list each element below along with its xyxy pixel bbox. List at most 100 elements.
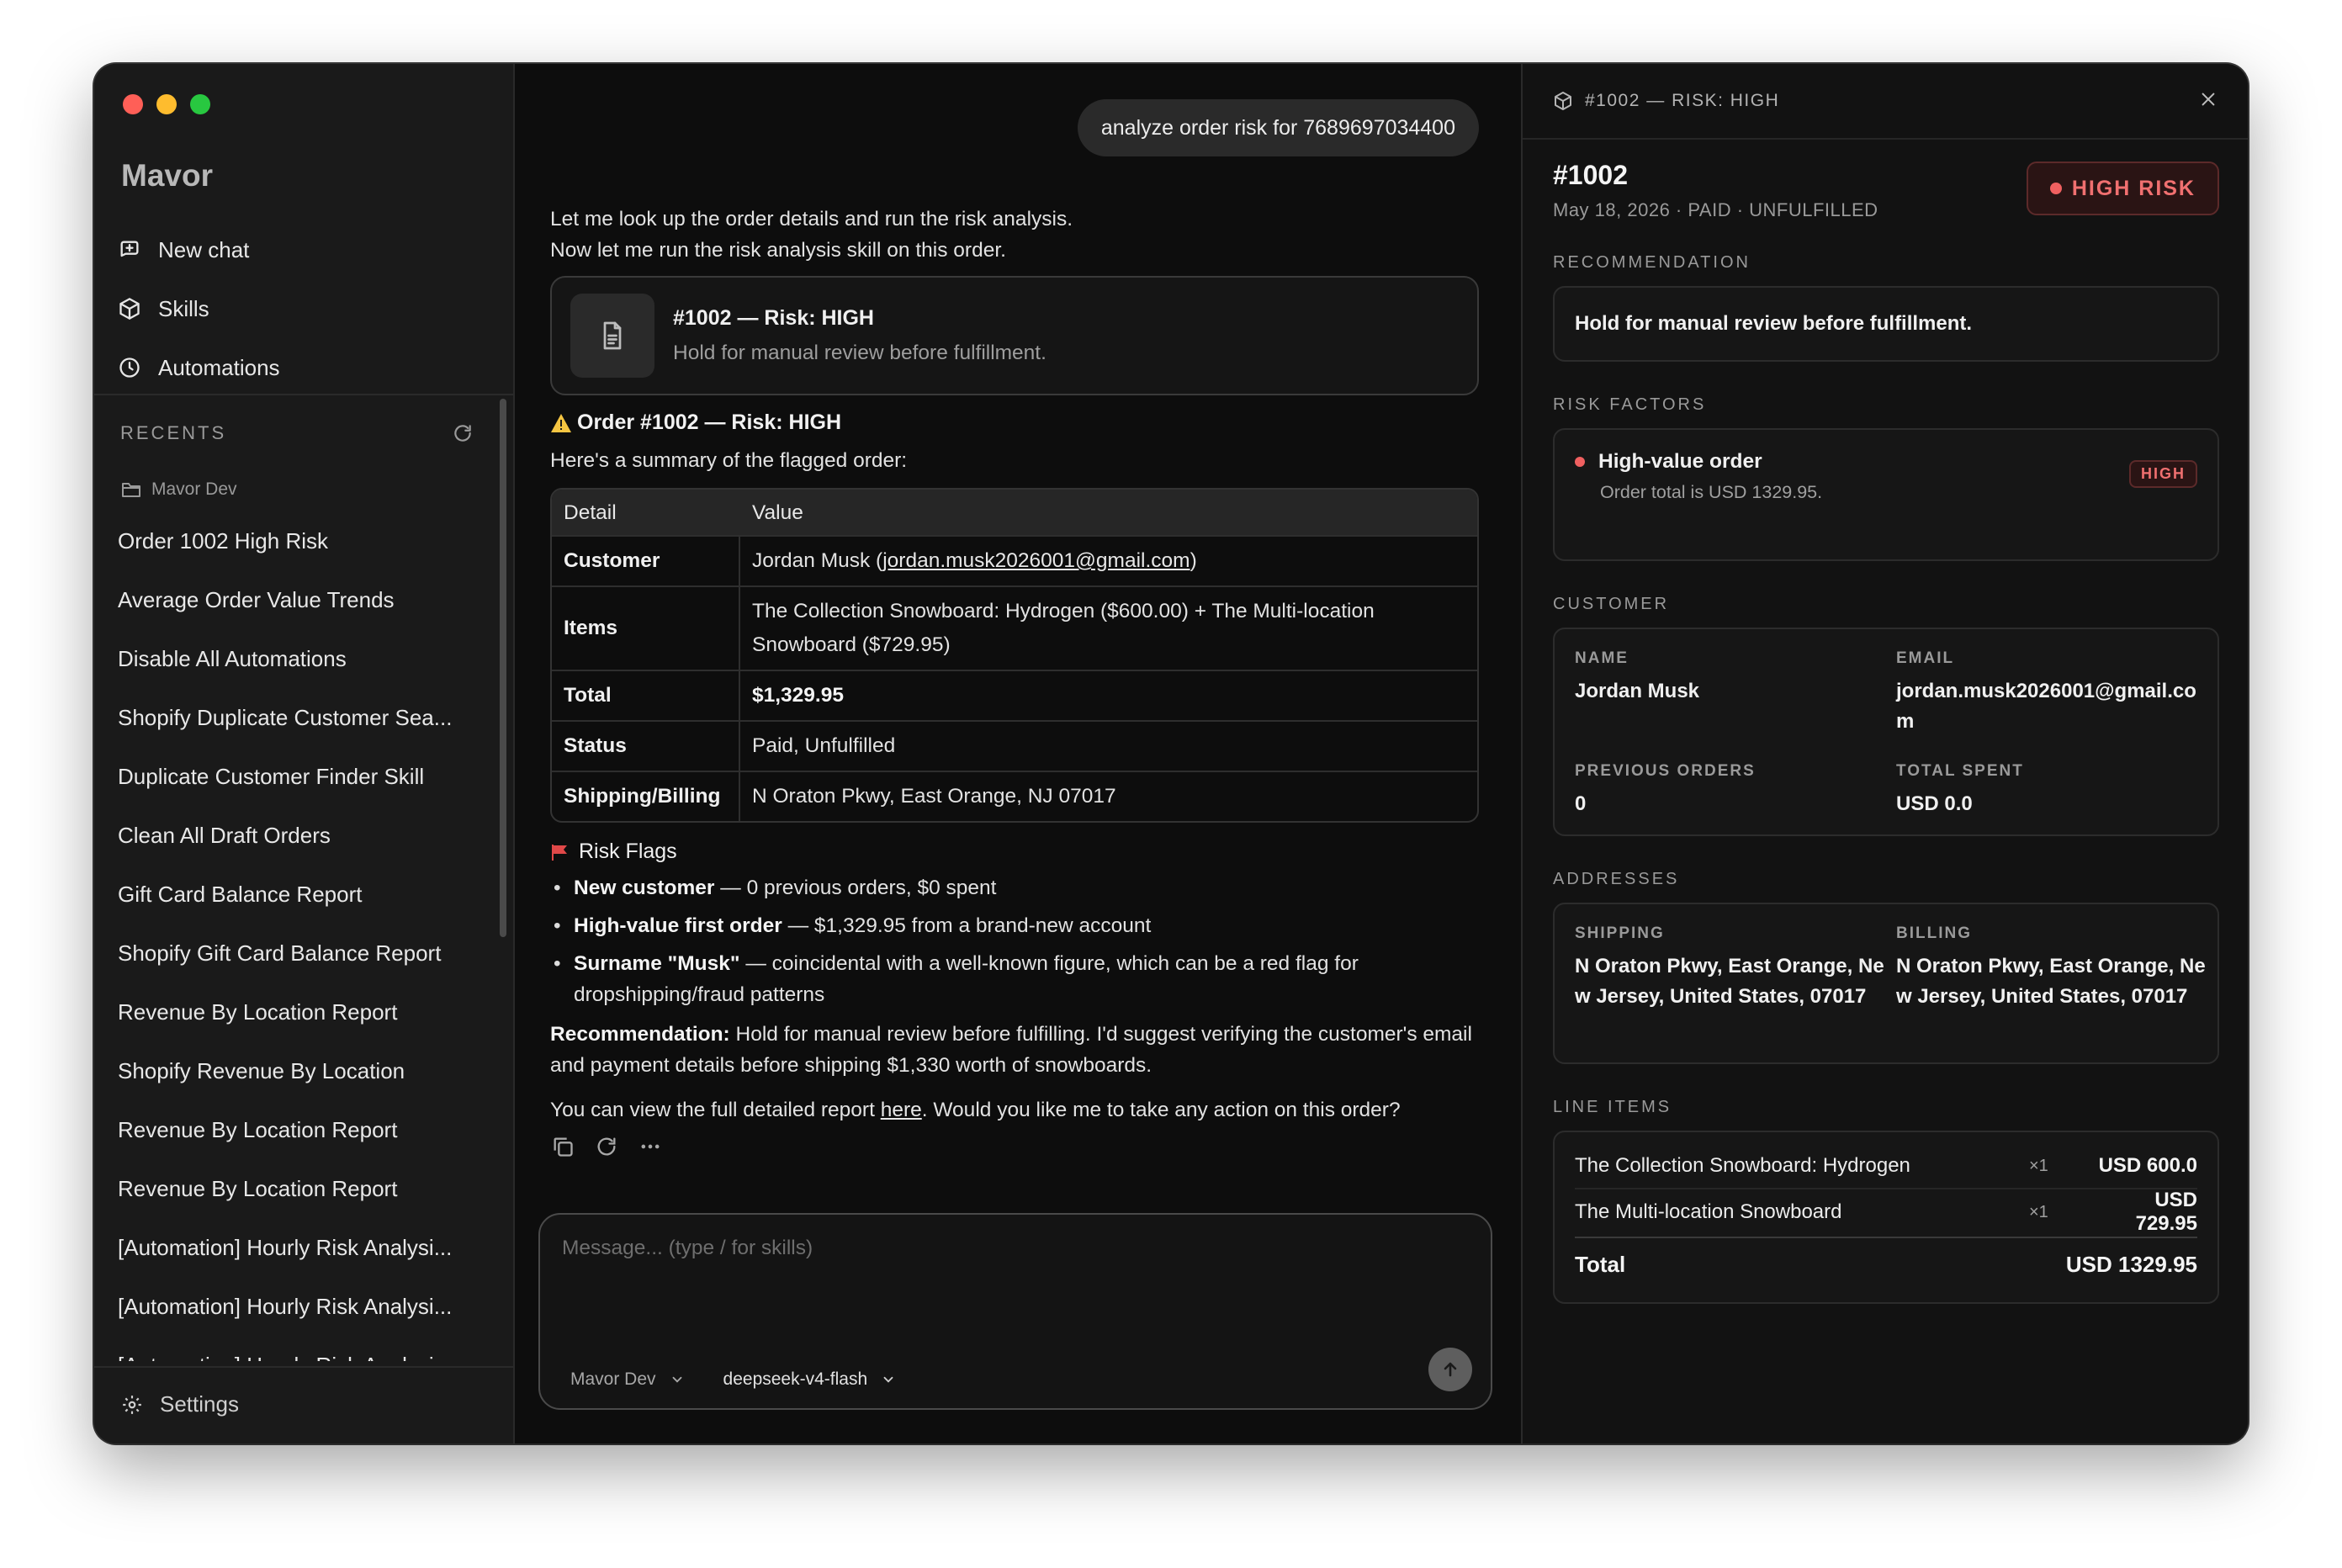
- sidebar-item-automations[interactable]: Automations: [118, 338, 488, 397]
- refresh-icon[interactable]: [452, 422, 474, 444]
- field-value: N Oraton Pkwy, East Orange, New Jersey, …: [1896, 955, 2206, 1008]
- close-panel-button[interactable]: [2199, 90, 2217, 113]
- section-label: ADDRESSES: [1553, 870, 1680, 888]
- list-item[interactable]: Order 1002 High Risk: [118, 511, 488, 570]
- arrow-up-icon: [1444, 1362, 1457, 1377]
- sidebar-divider: [94, 394, 513, 395]
- recommendation-label: Recommendation:: [550, 1023, 730, 1046]
- list-item[interactable]: Shopify Gift Card Balance Report: [118, 924, 488, 983]
- intro-line: Let me look up the order details and run…: [550, 208, 1073, 230]
- risk-factor-title: High-value order: [1575, 450, 2197, 474]
- recents-header: RECENTS: [120, 422, 474, 444]
- list-item[interactable]: Duplicate Customer Finder Skill: [118, 747, 488, 806]
- risk-factor-card: High-value order Order total is USD 1329…: [1553, 428, 2219, 561]
- composer-footer: Mavor Dev deepseek-v4-flash: [570, 1369, 896, 1390]
- field-value: USD 0.0: [1896, 792, 1973, 815]
- line-item-name: The Multi-location Snowboard: [1575, 1200, 1842, 1223]
- list-item: New customer — 0 previous orders, $0 spe…: [550, 872, 1479, 903]
- workspace-label: Mavor Dev: [570, 1369, 656, 1389]
- row-value: The Collection Snowboard: Hydrogen ($600…: [740, 585, 1477, 670]
- row-value: Jordan Musk (jordan.musk2026001@gmail.co…: [740, 535, 1477, 585]
- recommendation-paragraph: Recommendation: Hold for manual review b…: [550, 1019, 1479, 1081]
- risk-flags-heading: Risk Flags: [550, 836, 1479, 867]
- row-value: N Oraton Pkwy, East Orange, NJ 07017: [740, 771, 1477, 821]
- intro-line: Now let me run the risk analysis skill o…: [550, 239, 1006, 262]
- table-row: Status Paid, Unfulfilled: [552, 720, 1477, 771]
- customer-name-field: NAME Jordan Musk: [1575, 649, 1896, 737]
- list-item[interactable]: Revenue By Location Report: [118, 1159, 488, 1218]
- clock-icon: [119, 358, 140, 378]
- view-report-paragraph: You can view the full detailed report he…: [550, 1094, 1479, 1126]
- send-button[interactable]: [1428, 1348, 1472, 1391]
- card-title: #1002 — Risk: HIGH: [673, 306, 874, 330]
- customer-email-link[interactable]: jordan.musk2026001@gmail.com: [882, 549, 1190, 572]
- field-label: PREVIOUS ORDERS: [1575, 762, 1756, 780]
- list-item[interactable]: Shopify Revenue By Location: [118, 1041, 488, 1100]
- list-item[interactable]: [Automation] Hourly Risk Analysi...: [118, 1336, 488, 1362]
- more-button[interactable]: [638, 1134, 663, 1159]
- sidebar-item-label: Automations: [158, 354, 280, 380]
- list-item[interactable]: Revenue By Location Report: [118, 983, 488, 1041]
- recents-folder[interactable]: Mavor Dev: [121, 479, 237, 500]
- list-item[interactable]: [Automation] Hourly Risk Analysi...: [118, 1218, 488, 1277]
- line-item-qty: ×1: [2029, 1156, 2048, 1175]
- folder-label: Mavor Dev: [151, 479, 237, 499]
- addresses-card: SHIPPING N Oraton Pkwy, East Orange, New…: [1553, 903, 2219, 1064]
- maximize-window-button[interactable]: [190, 94, 210, 114]
- list-item[interactable]: Average Order Value Trends: [118, 570, 488, 629]
- panel-body: #1002 May 18, 2026 · PAID · UNFULFILLED …: [1553, 160, 2219, 1304]
- customer-close: ): [1190, 549, 1197, 572]
- card-icon-wrap: [570, 294, 654, 378]
- table-row: The Multi-location Snowboard ×1 USD 729.…: [1575, 1189, 2197, 1235]
- warning-icon: [551, 413, 571, 432]
- model-label: deepseek-v4-flash: [723, 1369, 868, 1389]
- panel-header-title: #1002 — RISK: HIGH: [1553, 91, 1779, 111]
- regenerate-button[interactable]: [594, 1134, 619, 1159]
- list-item: High-value first order — $1,329.95 from …: [550, 910, 1479, 941]
- copy-button[interactable]: [550, 1134, 575, 1159]
- workspace-select[interactable]: Mavor Dev: [570, 1369, 685, 1390]
- list-item[interactable]: Revenue By Location Report: [118, 1100, 488, 1159]
- list-item[interactable]: Shopify Duplicate Customer Sea...: [118, 688, 488, 747]
- list-item[interactable]: [Automation] Hourly Risk Analysi...: [118, 1277, 488, 1336]
- message-input[interactable]: [562, 1237, 1462, 1260]
- table-row: Items The Collection Snowboard: Hydrogen…: [552, 585, 1477, 670]
- total-label: Total: [1575, 1251, 1626, 1277]
- risk-dot-icon: [1575, 457, 1585, 467]
- list-item[interactable]: Gift Card Balance Report: [118, 865, 488, 924]
- order-id: #1002: [1553, 160, 1628, 190]
- minimize-window-button[interactable]: [156, 94, 177, 114]
- row-label: Customer: [552, 535, 740, 585]
- more-icon: [641, 1144, 660, 1149]
- column-header: Detail: [552, 490, 740, 535]
- summary-intro: Here's a summary of the flagged order:: [550, 449, 908, 472]
- field-value: Jordan Musk: [1575, 680, 1700, 702]
- field-label: SHIPPING: [1575, 924, 1665, 942]
- risk-report-card[interactable]: #1002 — Risk: HIGH Hold for manual revie…: [550, 276, 1479, 395]
- sidebar-item-skills[interactable]: Skills: [118, 279, 488, 338]
- sidebar-scrollbar[interactable]: [500, 399, 506, 937]
- customer-grid: NAME Jordan Musk EMAIL jordan.musk202600…: [1555, 629, 2217, 840]
- settings-button[interactable]: Settings: [121, 1391, 239, 1417]
- model-select[interactable]: deepseek-v4-flash: [723, 1369, 897, 1390]
- list-item[interactable]: Clean All Draft Orders: [118, 806, 488, 865]
- flag-text: — $1,329.95 from a brand-new account: [782, 914, 1152, 937]
- field-label: BILLING: [1896, 924, 1972, 942]
- panel-header-label: #1002 — RISK: HIGH: [1585, 91, 1780, 110]
- sidebar-item-label: New chat: [158, 236, 250, 262]
- row-label: Total: [552, 670, 740, 720]
- row-label: Items: [552, 585, 740, 670]
- list-item[interactable]: Disable All Automations: [118, 629, 488, 688]
- sidebar-item-new-chat[interactable]: New chat: [118, 220, 488, 279]
- table-row: Shipping/Billing N Oraton Pkwy, East Ora…: [552, 771, 1477, 821]
- report-link[interactable]: here: [881, 1099, 922, 1121]
- billing-address-field: BILLING N Oraton Pkwy, East Orange, New …: [1896, 924, 2217, 1012]
- panel-header: #1002 — RISK: HIGH: [1523, 64, 2248, 140]
- risk-dot-icon: [2049, 183, 2062, 194]
- document-icon: [603, 321, 622, 350]
- row-value: Paid, Unfulfilled: [740, 720, 1477, 771]
- sidebar-nav: New chat Skills Automations: [118, 220, 488, 397]
- close-window-button[interactable]: [123, 94, 143, 114]
- risk-factor-description: Order total is USD 1329.95.: [1600, 482, 1823, 502]
- section-label: LINE ITEMS: [1553, 1098, 1672, 1116]
